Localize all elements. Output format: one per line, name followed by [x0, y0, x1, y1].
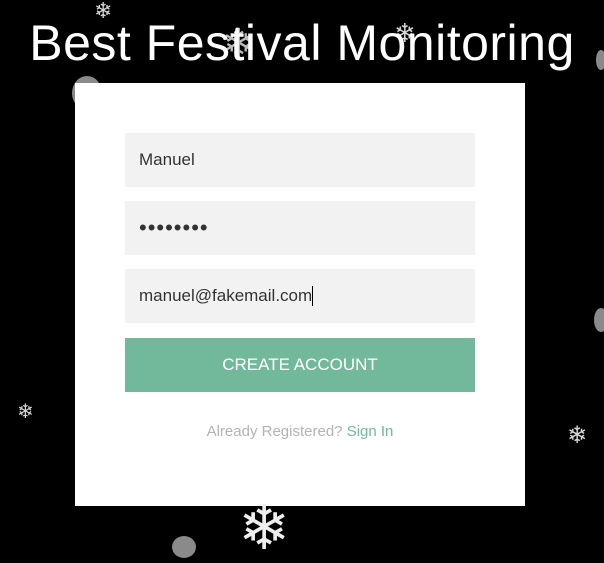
- sign-in-link[interactable]: Sign In: [347, 423, 394, 440]
- already-registered-text: Already Registered?: [206, 423, 343, 440]
- username-input[interactable]: [125, 133, 475, 187]
- snowflake-blur-icon: [172, 536, 196, 558]
- snowflake-icon: ❄: [238, 494, 290, 563]
- snowflake-icon: ❄: [567, 422, 588, 449]
- email-input[interactable]: manuel@fakemail.com: [125, 269, 475, 323]
- snowflake-blur-icon: [594, 308, 604, 332]
- page-title: Best Festival Monitoring: [29, 15, 575, 71]
- email-value: manuel@fakemail.com: [139, 286, 313, 305]
- create-account-button[interactable]: CREATE ACCOUNT: [125, 338, 475, 392]
- signup-card: manuel@fakemail.com CREATE ACCOUNT Alrea…: [75, 83, 525, 506]
- text-cursor: [312, 286, 314, 306]
- snowflake-icon: ❄: [17, 401, 34, 423]
- already-registered-line: Already Registered? Sign In: [75, 423, 525, 440]
- password-input[interactable]: [125, 201, 475, 255]
